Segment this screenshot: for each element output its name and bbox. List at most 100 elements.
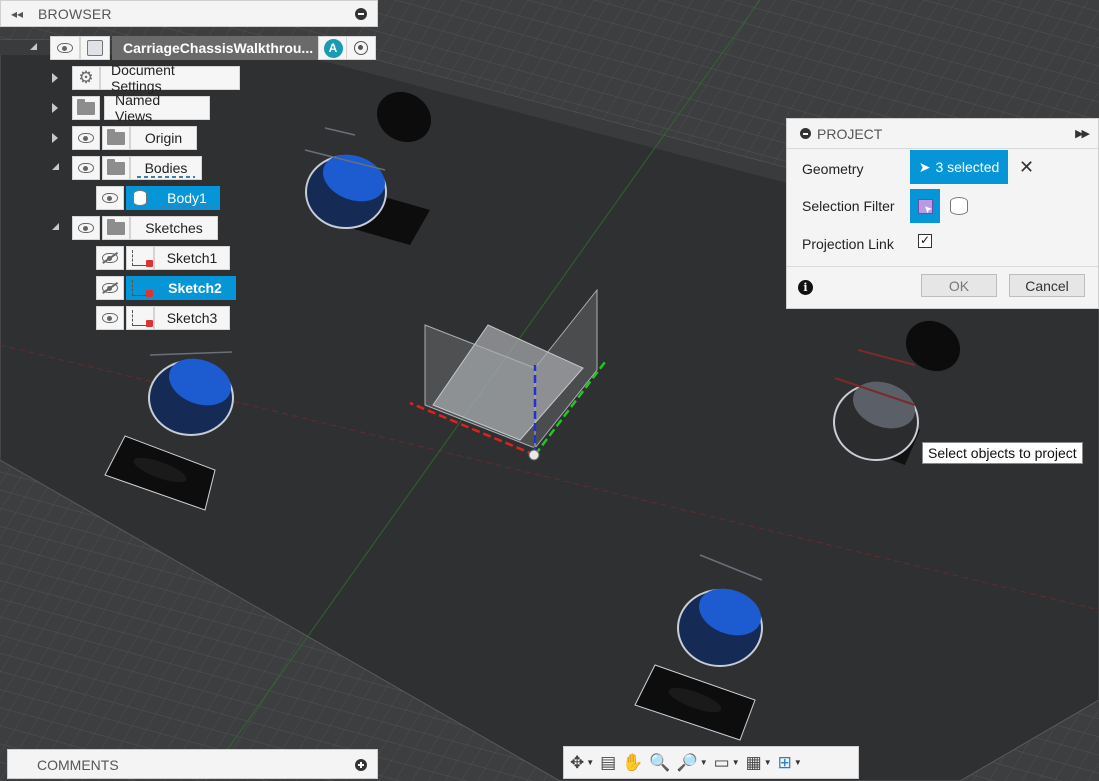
eye-hidden-icon — [102, 283, 118, 293]
eye-icon — [78, 163, 94, 173]
dropdown-arrow-icon: ▼ — [793, 758, 802, 767]
eye-icon — [78, 223, 94, 233]
root-component-label[interactable]: CarriageChassisWalkthrou... — [112, 36, 347, 60]
browser-title: BROWSER — [38, 6, 112, 22]
expander-closed-icon[interactable] — [52, 73, 58, 83]
fit-tool[interactable]: 🔎 ▼ — [677, 753, 708, 773]
zoom-icon: 🔍 — [649, 752, 671, 772]
gear-icon: ⚙ — [78, 68, 94, 87]
orbit-icon: ✥ — [570, 752, 585, 772]
expander-closed-icon[interactable] — [52, 103, 58, 113]
viewports-icon: ⊞ — [777, 752, 792, 772]
browser-item-label[interactable]: Sketch2 — [154, 276, 236, 300]
add-comment-icon[interactable] — [355, 759, 367, 771]
sketch-icon-cell — [126, 246, 154, 270]
display-settings-tool[interactable]: ▭ ▼ — [714, 753, 740, 773]
display-monitor-icon: ▭ — [713, 752, 730, 772]
expander-closed-icon[interactable] — [52, 133, 58, 143]
browser-item-label[interactable]: Document Settings — [100, 62, 240, 94]
bodies-label-text: Bodies — [144, 160, 188, 176]
folder-icon — [77, 98, 95, 115]
eye-icon — [102, 193, 118, 203]
root-visibility-toggle[interactable] — [50, 36, 80, 60]
eye-hidden-icon — [102, 253, 118, 263]
expand-dialog-icon[interactable]: ▶▶ — [1075, 127, 1090, 140]
dropdown-arrow-icon: ▼ — [763, 758, 772, 767]
dialog-title: PROJECT — [817, 126, 883, 142]
dialog-header: PROJECT ▶▶ — [787, 119, 1098, 149]
visibility-toggle[interactable] — [72, 216, 100, 240]
browser-item-label[interactable]: Origin — [130, 126, 197, 150]
zoom-tool[interactable]: 🔍 — [649, 753, 670, 773]
expander-open-icon[interactable] — [30, 43, 37, 50]
active-badge-cell[interactable]: A — [318, 36, 348, 60]
visibility-toggle[interactable] — [96, 276, 124, 300]
dialog-divider — [787, 266, 1098, 267]
selection-filter-label: Selection Filter — [802, 198, 895, 214]
eye-icon — [57, 43, 73, 53]
ok-button[interactable]: OK — [921, 274, 997, 297]
dialog-minimize-icon[interactable] — [800, 128, 811, 139]
visibility-toggle[interactable] — [96, 186, 124, 210]
viewports-tool[interactable]: ⊞ ▼ — [778, 753, 802, 773]
filter-specified-entities-button[interactable] — [910, 189, 940, 223]
eye-icon — [78, 133, 94, 143]
dashed-underline — [161, 206, 213, 208]
fit-window-icon: 🔎 — [676, 752, 698, 772]
visibility-toggle[interactable] — [72, 156, 100, 180]
folder-icon-cell — [102, 126, 130, 150]
expander-open-icon[interactable] — [52, 163, 59, 170]
dashed-underline — [137, 176, 195, 178]
activate-radio-cell[interactable] — [346, 36, 376, 60]
visibility-toggle[interactable] — [96, 306, 124, 330]
info-icon[interactable]: i — [798, 280, 813, 295]
cancel-button[interactable]: Cancel — [1009, 274, 1085, 297]
comments-panel[interactable]: COMMENTS — [7, 749, 378, 779]
sketch-icon — [132, 310, 153, 327]
collapse-panel-icon[interactable]: ◂◂ — [11, 7, 23, 21]
selection-tooltip: Select objects to project — [922, 442, 1083, 464]
folder-icon — [107, 128, 125, 145]
component-icon — [87, 40, 103, 56]
look-at-icon: ▤ — [600, 752, 617, 772]
sketch-icon-cell — [126, 276, 154, 300]
expander-open-icon[interactable] — [52, 223, 59, 230]
browser-item-label[interactable]: Named Views — [104, 92, 210, 124]
dropdown-arrow-icon: ▼ — [731, 758, 740, 767]
folder-icon-cell — [102, 216, 130, 240]
dropdown-arrow-icon: ▼ — [586, 758, 595, 767]
browser-item-label[interactable]: Sketch1 — [154, 246, 230, 270]
grid-settings-tool[interactable]: ▦ ▼ — [746, 753, 772, 773]
folder-icon-cell — [72, 96, 100, 120]
activate-radio-icon — [354, 41, 368, 55]
browser-item-label[interactable]: Bodies — [130, 156, 202, 180]
navigation-toolbar: ✥ ▼ ▤ ✋ 🔍 🔎 ▼ ▭ ▼ ▦ ▼ ⊞ ▼ — [563, 746, 859, 779]
face-select-icon — [917, 198, 933, 214]
pan-tool[interactable]: ✋ — [622, 753, 643, 773]
projection-link-label: Projection Link — [802, 236, 894, 252]
body-icon-cell — [126, 186, 154, 210]
browser-item-label[interactable]: Sketch3 — [154, 306, 230, 330]
geometry-selection-button[interactable]: ➤ 3 selected — [910, 150, 1008, 184]
geometry-label: Geometry — [802, 161, 864, 177]
visibility-toggle[interactable] — [96, 246, 124, 270]
comments-title: COMMENTS — [37, 757, 119, 773]
orbit-tool[interactable]: ✥ ▼ — [570, 753, 594, 773]
look-at-tool[interactable]: ▤ — [600, 753, 616, 773]
filter-bodies-icon[interactable] — [950, 197, 968, 215]
cursor-arrow-icon: ➤ — [918, 158, 931, 175]
body-icon — [133, 190, 147, 206]
active-component-icon: A — [323, 38, 343, 58]
browser-minimize-icon[interactable] — [355, 8, 367, 20]
browser-item-label[interactable]: Sketches — [130, 216, 218, 240]
visibility-toggle[interactable] — [72, 126, 100, 150]
browser-item-label[interactable]: Body1 — [154, 186, 220, 210]
component-icon-cell — [80, 36, 110, 60]
dropdown-arrow-icon: ▼ — [699, 758, 708, 767]
grid-icon: ▦ — [745, 752, 762, 772]
pan-hand-icon: ✋ — [622, 752, 644, 772]
clear-selection-icon[interactable]: ✕ — [1019, 157, 1034, 178]
sketch-icon — [132, 280, 153, 297]
projection-link-checkbox[interactable]: ✓ — [918, 234, 932, 248]
folder-icon — [107, 218, 125, 235]
